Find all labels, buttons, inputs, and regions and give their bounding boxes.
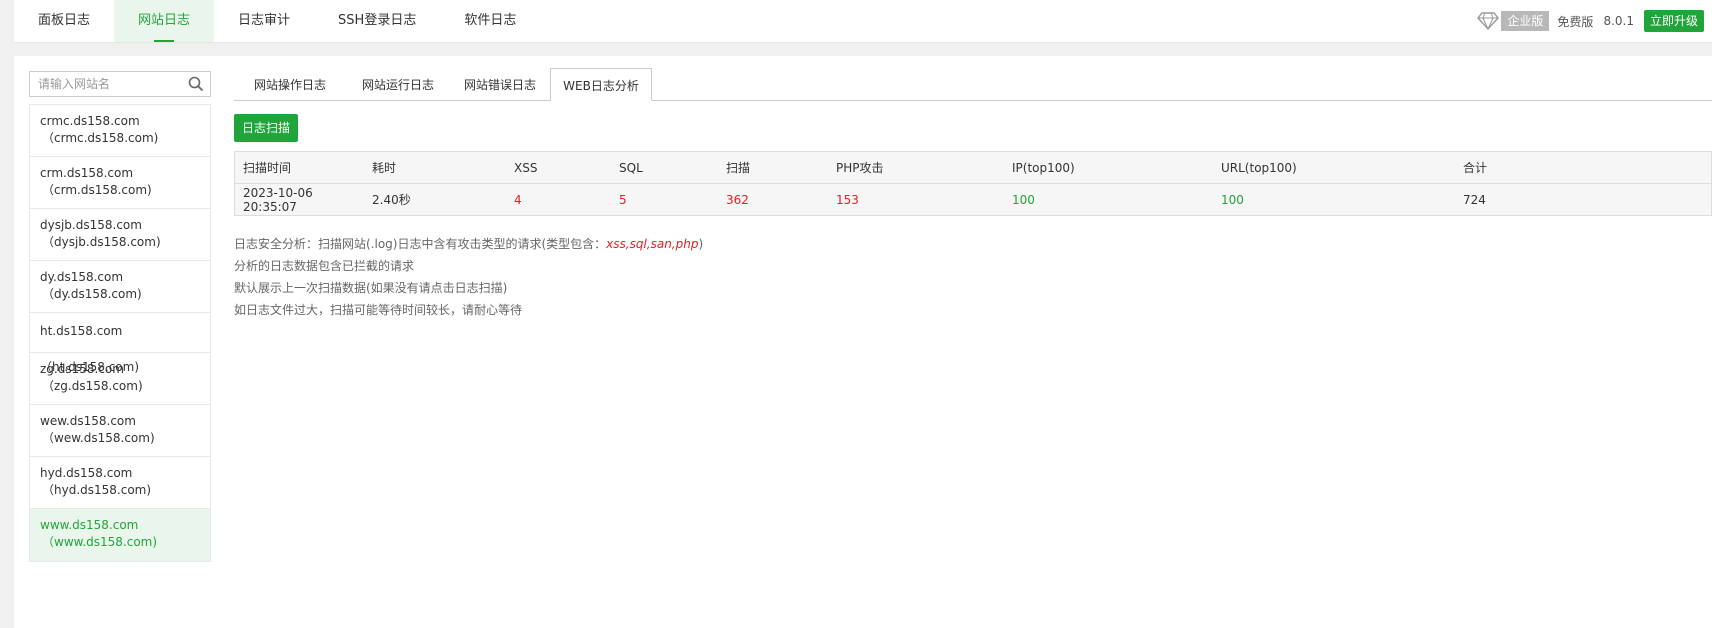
cell-sql[interactable]: 5 <box>611 183 718 216</box>
scan-result-table: 扫描时间 耗时 XSS SQL 扫描 PHP攻击 IP(top100) URL(… <box>234 151 1712 216</box>
site-item-dysjb[interactable]: dysjb.ds158.com （dysjb.ds158.com) <box>30 209 210 261</box>
site-alias: （crmc.ds158.com) <box>42 131 159 145</box>
site-item-www[interactable]: www.ds158.com （www.ds158.com) <box>30 509 210 561</box>
site-item-crmc[interactable]: crmc.ds158.com （crmc.ds158.com) <box>30 105 210 157</box>
cell-ip-top100[interactable]: 100 <box>1004 183 1213 216</box>
col-scan: 扫描 <box>718 151 828 184</box>
cell-xss[interactable]: 4 <box>506 183 611 216</box>
upgrade-button[interactable]: 立即升级 <box>1643 10 1704 32</box>
site-item-dy[interactable]: dy.ds158.com （dy.ds158.com) <box>30 261 210 313</box>
tab-site-error-log[interactable]: 网站错误日志 <box>450 68 550 101</box>
search-icon[interactable] <box>188 76 204 92</box>
site-name: wew.ds158.com <box>40 414 136 428</box>
top-nav: 面板日志 网站日志 日志审计 SSH登录日志 软件日志 <box>14 0 540 42</box>
log-tabs: 网站操作日志 网站运行日志 网站错误日志 WEB日志分析 <box>234 68 1712 101</box>
site-alias: （dy.ds158.com) <box>42 287 142 301</box>
nav-site-log[interactable]: 网站日志 <box>114 0 215 42</box>
note-line-2: 分析的日志数据包含已拦截的请求 <box>234 259 415 273</box>
site-name: hyd.ds158.com <box>40 466 133 480</box>
site-search-input[interactable] <box>30 72 196 96</box>
site-item-crm[interactable]: crm.ds158.com （crm.ds158.com) <box>30 157 210 209</box>
site-alias: （www.ds158.com) <box>42 535 158 549</box>
site-search <box>29 71 211 97</box>
site-name: dysjb.ds158.com <box>40 218 142 232</box>
tab-web-log-analysis[interactable]: WEB日志分析 <box>550 68 652 101</box>
site-alias: （crm.ds158.com) <box>42 183 152 197</box>
col-url-top100: URL(top100) <box>1213 151 1455 184</box>
site-name: crmc.ds158.com <box>40 114 140 128</box>
note-line-4: 如日志文件过大，扫描可能等待时间较长，请耐心等待 <box>234 303 523 317</box>
col-sql: SQL <box>611 151 718 184</box>
note-line-3: 默认展示上一次扫描数据(如果没有请点击日志扫描) <box>234 281 508 295</box>
cell-duration: 2.40秒 <box>364 183 506 216</box>
site-name: www.ds158.com <box>40 518 139 532</box>
col-duration: 耗时 <box>364 151 506 184</box>
col-php-attack: PHP攻击 <box>828 151 1004 184</box>
enterprise-badge[interactable]: 企业版 <box>1501 11 1550 31</box>
site-list: crmc.ds158.com （crmc.ds158.com) crm.ds15… <box>29 104 211 562</box>
site-name: dy.ds158.com <box>40 270 124 284</box>
nav-log-audit[interactable]: 日志审计 <box>214 0 314 42</box>
cell-scan[interactable]: 362 <box>718 183 828 216</box>
attack-types: xss,sql,san,php <box>606 237 699 251</box>
nav-ssh-log[interactable]: SSH登录日志 <box>314 0 440 42</box>
main-panel: crmc.ds158.com （crmc.ds158.com) crm.ds15… <box>14 56 1712 628</box>
analysis-notes: 日志安全分析：扫描网站(.log)日志中含有攻击类型的请求(类型包含：xss,s… <box>234 233 703 321</box>
note-line-1-suffix: ) <box>698 237 704 251</box>
version-number: 8.0.1 <box>1603 14 1634 28</box>
col-total: 合计 <box>1455 151 1712 184</box>
table-row: 2023-10-06 20:35:07 2.40秒 4 5 362 153 10… <box>234 183 1712 216</box>
version-area: 企业版 免费版 8.0.1 立即升级 <box>1477 10 1704 32</box>
site-alias: （dysjb.ds158.com) <box>42 235 161 249</box>
site-alias: （wew.ds158.com) <box>42 431 155 445</box>
note-line-1-prefix: 日志安全分析：扫描网站(.log)日志中含有攻击类型的请求(类型包含： <box>234 237 607 251</box>
site-item-ht[interactable]: ht.ds158.com（ht.ds158.com) <box>30 313 210 374</box>
diamond-icon <box>1477 12 1500 31</box>
nav-software-log[interactable]: 软件日志 <box>440 0 540 42</box>
site-name: crm.ds158.com <box>40 166 134 180</box>
tab-site-operation-log[interactable]: 网站操作日志 <box>234 68 346 101</box>
note-line-1: 日志安全分析：扫描网站(.log)日志中含有攻击类型的请求(类型包含：xss,s… <box>234 233 703 255</box>
cell-php-attack[interactable]: 153 <box>828 183 1004 216</box>
site-item-zg[interactable]: zg.ds158.com （zg.ds158.com) <box>30 353 210 405</box>
tab-site-run-log[interactable]: 网站运行日志 <box>346 68 450 101</box>
cell-scan-time: 2023-10-06 20:35:07 <box>234 183 364 216</box>
col-ip-top100: IP(top100) <box>1004 151 1213 184</box>
table-header-row: 扫描时间 耗时 XSS SQL 扫描 PHP攻击 IP(top100) URL(… <box>234 151 1712 184</box>
cell-url-top100[interactable]: 100 <box>1213 183 1455 216</box>
col-xss: XSS <box>506 151 611 184</box>
site-item-wew[interactable]: wew.ds158.com （wew.ds158.com) <box>30 405 210 457</box>
free-edition-label: 免费版 <box>1557 14 1594 29</box>
log-scan-button[interactable]: 日志扫描 <box>234 114 298 142</box>
site-alias: （hyd.ds158.com) <box>42 483 152 497</box>
top-bar: 面板日志 网站日志 日志审计 SSH登录日志 软件日志 企业版 免费版 8.0.… <box>14 0 1712 43</box>
site-alias: （zg.ds158.com) <box>42 379 143 393</box>
site-item-hyd[interactable]: hyd.ds158.com （hyd.ds158.com) <box>30 457 210 509</box>
col-scan-time: 扫描时间 <box>234 151 364 184</box>
site-name: zg.ds158.com <box>40 362 124 376</box>
nav-panel-log[interactable]: 面板日志 <box>14 0 114 42</box>
cell-total: 724 <box>1455 183 1712 216</box>
